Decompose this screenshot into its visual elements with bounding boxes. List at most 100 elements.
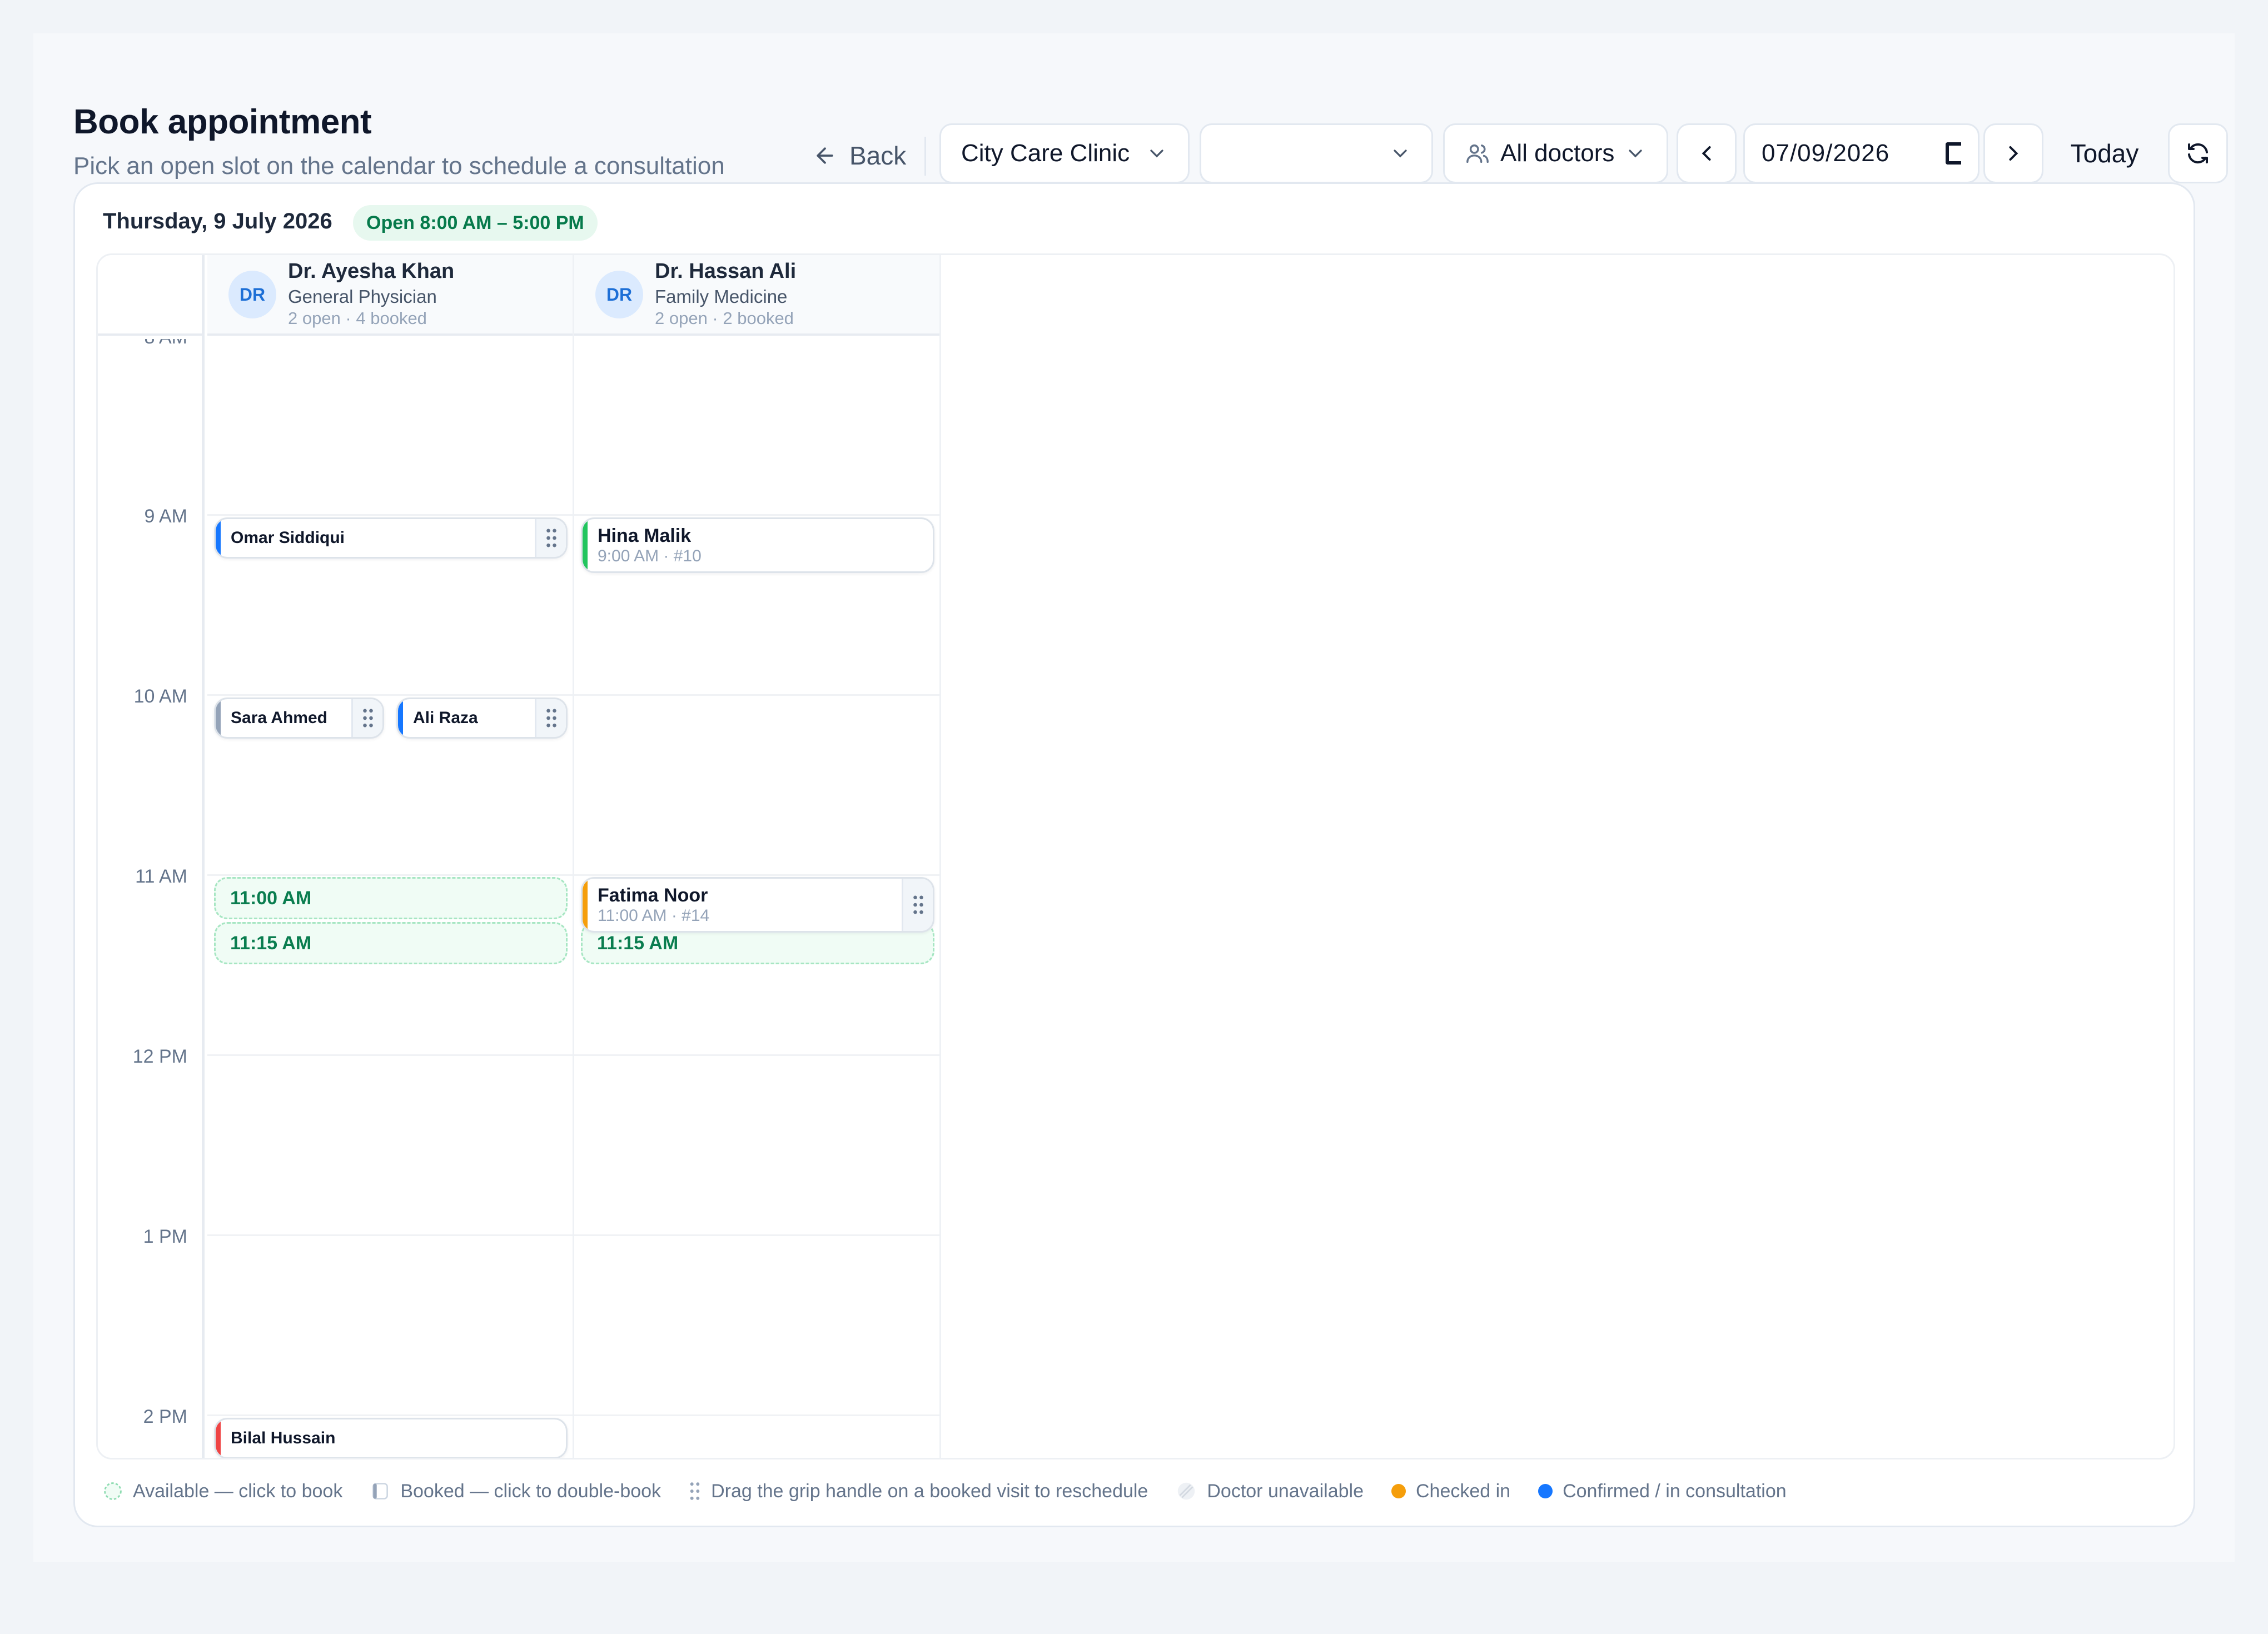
appointment-meta: 11:00 AM · #14 — [598, 906, 710, 925]
available-swatch-icon — [104, 1482, 122, 1500]
chevron-down-icon — [1629, 150, 1642, 158]
doctor-specialty: Family Medicine — [655, 286, 788, 307]
doctors-select-value: All doctors — [1500, 140, 1615, 167]
legend-booked: Booked — click to double-book — [370, 1481, 661, 1502]
arrow-left-icon — [817, 147, 833, 164]
next-day-button[interactable] — [1983, 123, 2043, 183]
open-hours-badge: Open 8:00 AM – 5:00 PM — [353, 205, 598, 241]
unavailable-swatch-icon — [1178, 1482, 1195, 1500]
clinic-select[interactable]: City Care Clinic — [939, 123, 1190, 183]
legend-label: Drag the grip handle on a booked visit t… — [711, 1480, 1148, 1502]
hour-line — [574, 1234, 939, 1236]
users-icon — [1466, 144, 1489, 163]
page-title: Book appointment — [73, 103, 372, 141]
legend-unavailable: Doctor unavailable — [1176, 1481, 1364, 1502]
hour-line — [574, 1414, 939, 1416]
hour-line — [207, 694, 573, 696]
drag-grip-handle[interactable] — [902, 879, 933, 931]
available-slot[interactable]: 11:00 AM — [214, 877, 568, 919]
grip-icon — [913, 895, 923, 914]
legend-label: Booked — click to double-book — [400, 1480, 662, 1502]
back-button[interactable]: Back — [813, 126, 946, 186]
hour-line — [574, 874, 939, 876]
hour-line — [207, 514, 573, 516]
doctor-avatar: DR — [228, 271, 276, 318]
doctor-name: Dr. Ayesha Khan — [288, 260, 455, 283]
status-bar — [398, 699, 403, 737]
grip-icon — [362, 709, 373, 728]
refresh-button[interactable] — [2168, 123, 2228, 183]
doctor-stats: 2 open · 4 booked — [288, 308, 427, 328]
doctors-select[interactable]: All doctors — [1443, 123, 1668, 183]
grip-icon — [546, 529, 556, 547]
appointment-card[interactable]: Fatima Noor 11:00 AM · #14 — [581, 877, 934, 933]
calendar-grid: 8 AM 9 AM 10 AM 11 AM 12 PM 1 PM 2 PM DR… — [96, 253, 2175, 1459]
time-label: 11 AM — [135, 866, 187, 887]
drag-grip-handle[interactable] — [351, 699, 382, 737]
back-label: Back — [849, 141, 907, 170]
today-button[interactable]: Today — [2060, 123, 2149, 183]
doctor-specialty: General Physician — [288, 286, 437, 307]
page-subtitle: Pick an open slot on the calendar to sch… — [73, 152, 725, 180]
chevron-right-icon — [2009, 146, 2018, 161]
previous-day-button[interactable] — [1677, 123, 1737, 183]
time-label: 10 AM — [133, 686, 187, 707]
page: Book appointment Pick an open slot on th… — [33, 33, 2235, 1562]
patient-name: Bilal Hussain — [231, 1429, 336, 1447]
doctor-name: Dr. Hassan Ali — [655, 260, 797, 283]
calendar-card: Thursday, 9 July 2026 Open 8:00 AM – 5:0… — [73, 182, 2195, 1527]
doctor-column-hassan-ali: DR Dr. Hassan Ali Family Medicine 2 open… — [574, 255, 941, 1458]
grip-icon — [690, 1482, 700, 1500]
doctor-header: DR Dr. Hassan Ali Family Medicine 2 open… — [574, 255, 939, 336]
hour-line — [574, 1054, 939, 1056]
hour-line — [207, 1054, 573, 1056]
hour-line — [207, 1234, 573, 1236]
date-input-value: 07/09/2026 — [1762, 140, 1890, 167]
appointment-card[interactable]: Hina Malik 9:00 AM · #10 — [581, 517, 934, 573]
checked-in-dot-icon — [1391, 1484, 1406, 1498]
time-column: 8 AM 9 AM 10 AM 11 AM 12 PM 1 PM 2 PM — [98, 255, 205, 1458]
time-column-header — [98, 255, 205, 336]
confirmed-dot-icon — [1538, 1484, 1553, 1498]
patient-name: Ali Raza — [413, 709, 478, 727]
status-bar — [583, 879, 588, 931]
secondary-select[interactable] — [1200, 123, 1433, 183]
appointment-meta: 9:00 AM · #10 — [598, 546, 702, 565]
booked-swatch-icon — [372, 1483, 389, 1500]
available-slot[interactable]: 11:15 AM — [214, 922, 568, 964]
legend-label: Doctor unavailable — [1207, 1480, 1364, 1502]
appointment-card[interactable]: Ali Raza — [396, 698, 568, 739]
time-label: 2 PM — [143, 1406, 187, 1427]
day-label: Thursday, 9 July 2026 — [103, 209, 332, 233]
appointment-card[interactable]: Bilal Hussain — [214, 1418, 568, 1458]
date-input[interactable]: 07/09/2026 — [1743, 123, 1979, 183]
grip-icon — [546, 709, 556, 728]
status-bar — [216, 699, 221, 737]
patient-name: Omar Siddiqui — [231, 529, 345, 547]
legend-label: Available — click to book — [133, 1480, 343, 1502]
drag-grip-handle[interactable] — [535, 519, 566, 557]
legend-label: Confirmed / in consultation — [1563, 1480, 1787, 1502]
legend-drag: Drag the grip handle on a booked visit t… — [689, 1481, 1148, 1502]
time-label: 1 PM — [143, 1226, 187, 1247]
appointment-card[interactable]: Omar Siddiqui — [214, 517, 568, 559]
hour-line — [207, 1414, 573, 1416]
patient-name: Sara Ahmed — [231, 709, 327, 727]
doctor-stats: 2 open · 2 booked — [655, 308, 794, 328]
drag-grip-handle[interactable] — [535, 699, 566, 737]
status-bar — [583, 519, 588, 571]
chevron-left-icon — [1702, 146, 1711, 161]
time-label: 9 AM — [144, 506, 187, 527]
chevron-down-icon — [1394, 150, 1407, 158]
legend-available: Available — click to book — [103, 1481, 342, 1502]
calendar-icon — [1946, 142, 1961, 165]
patient-name: Hina Malik — [598, 525, 692, 546]
hour-line — [574, 694, 939, 696]
doctor-avatar: DR — [595, 271, 643, 318]
refresh-icon — [2188, 143, 2208, 164]
doctor-column-ayesha-khan: DR Dr. Ayesha Khan General Physician 2 o… — [207, 255, 574, 1458]
hour-line — [574, 514, 939, 516]
status-bar — [216, 1419, 221, 1457]
toolbar-divider — [924, 137, 926, 176]
appointment-card[interactable]: Sara Ahmed — [214, 698, 384, 739]
